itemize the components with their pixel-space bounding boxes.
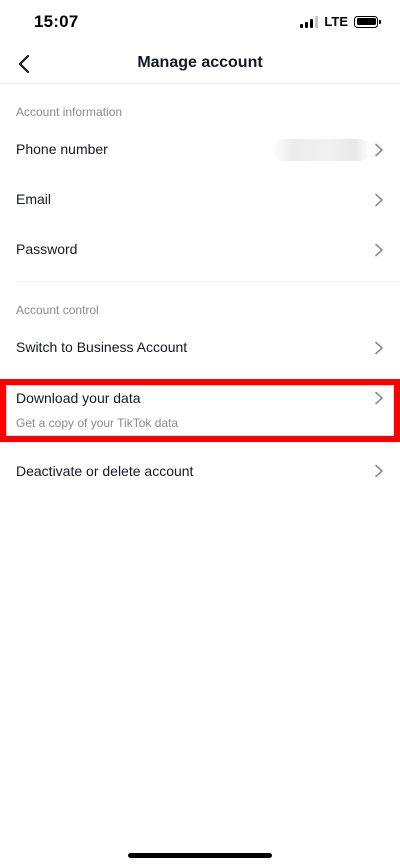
network-type: LTE [324, 14, 348, 29]
download-your-data-label: Download your data [16, 390, 141, 406]
battery-icon [354, 15, 381, 28]
email-label: Email [16, 191, 52, 207]
chevron-right-icon [375, 243, 383, 257]
switch-to-business-account-label: Switch to Business Account [16, 339, 188, 355]
chevron-right-icon [375, 193, 383, 207]
switch-to-business-account-row[interactable]: Switch to Business Account [0, 325, 400, 371]
chevron-right-icon [375, 341, 383, 355]
status-time: 15:07 [34, 12, 79, 31]
section-header-account-information: Account information [16, 105, 123, 119]
download-your-data-subtitle: Get a copy of your TikTok data [16, 416, 179, 430]
cellular-signal-icon [300, 15, 319, 28]
email-row[interactable]: Email [0, 177, 400, 223]
chevron-right-icon [375, 143, 383, 157]
password-label: Password [16, 241, 78, 257]
download-your-data-row[interactable]: Download your data Get a copy of your Ti… [0, 385, 400, 436]
home-indicator[interactable] [128, 853, 272, 858]
deactivate-or-delete-account-label: Deactivate or delete account [16, 463, 194, 479]
phone-number-value-redacted [272, 139, 370, 161]
status-bar: 15:07 LTE [0, 0, 400, 44]
phone-number-row[interactable]: Phone number [0, 127, 400, 173]
status-indicators: LTE [300, 14, 381, 29]
deactivate-or-delete-account-row[interactable]: Deactivate or delete account [0, 448, 400, 494]
page-title: Manage account [137, 54, 263, 71]
nav-bar: Manage account [0, 44, 400, 84]
phone-number-label: Phone number [16, 141, 108, 157]
password-row[interactable]: Password [0, 227, 400, 273]
chevron-right-icon [375, 464, 383, 478]
section-divider [16, 281, 400, 282]
chevron-right-icon [375, 391, 383, 405]
section-header-account-control: Account control [16, 303, 99, 317]
